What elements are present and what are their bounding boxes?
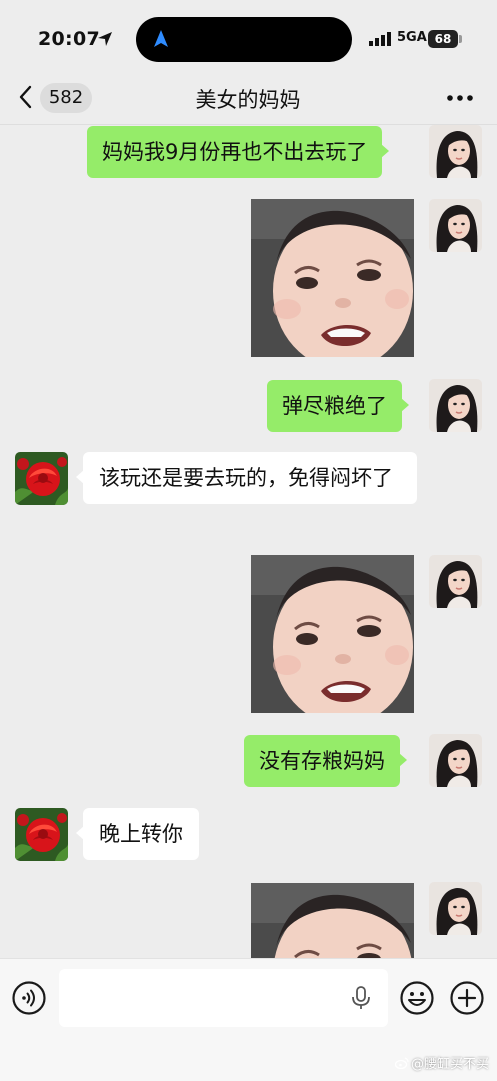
more-options-icon[interactable] bbox=[446, 94, 474, 102]
watermark: @腰缸买不买 bbox=[394, 1053, 489, 1072]
message-bubble-outgoing[interactable]: 妈妈我9月份再也不出去玩了 bbox=[87, 126, 390, 178]
status-bar: 20:07 5GA 68 bbox=[0, 0, 497, 72]
status-time: 20:07 bbox=[38, 28, 100, 50]
battery-icon: 68 bbox=[428, 30, 458, 48]
plus-icon[interactable] bbox=[450, 981, 484, 1015]
contact-avatar[interactable] bbox=[15, 808, 68, 861]
signal-icon bbox=[369, 32, 391, 46]
message-bubble-incoming[interactable]: 晚上转你 bbox=[76, 808, 199, 860]
crying-baby-sticker[interactable] bbox=[251, 883, 414, 958]
dynamic-island bbox=[136, 17, 352, 62]
navigation-icon bbox=[154, 30, 168, 47]
contact-avatar[interactable] bbox=[15, 452, 68, 505]
location-arrow-icon bbox=[98, 32, 112, 46]
my-avatar[interactable] bbox=[429, 882, 482, 935]
voice-mode-icon[interactable] bbox=[12, 981, 46, 1015]
battery-level: 68 bbox=[434, 32, 452, 46]
network-type: 5GA bbox=[397, 30, 427, 45]
crying-baby-sticker[interactable] bbox=[251, 199, 414, 357]
emoji-icon[interactable] bbox=[400, 981, 434, 1015]
message-bubble-incoming[interactable]: 该玩还是要去玩的，免得闷坏了 bbox=[76, 452, 417, 504]
chat-title: 美女的妈妈 bbox=[195, 88, 301, 112]
chat-header: 582 美女的妈妈 bbox=[0, 72, 497, 125]
back-chevron-icon[interactable] bbox=[16, 84, 36, 110]
my-avatar[interactable] bbox=[429, 199, 482, 252]
weibo-icon bbox=[394, 1057, 409, 1069]
message-bubble-outgoing[interactable]: 弹尽粮绝了 bbox=[267, 380, 409, 432]
my-avatar[interactable] bbox=[429, 555, 482, 608]
my-avatar[interactable] bbox=[429, 125, 482, 178]
battery-tip bbox=[459, 35, 462, 43]
message-input[interactable] bbox=[59, 969, 388, 1027]
crying-baby-sticker[interactable] bbox=[251, 555, 414, 713]
message-list[interactable]: 妈妈我9月份再也不出去玩了 弹尽粮绝了 该玩还是要去玩的，免得闷坏了 没有存粮妈… bbox=[0, 125, 497, 958]
input-bar: @腰缸买不买 bbox=[0, 958, 497, 1081]
message-bubble-outgoing[interactable]: 没有存粮妈妈 bbox=[244, 735, 407, 787]
my-avatar[interactable] bbox=[429, 734, 482, 787]
watermark-text: @腰缸买不买 bbox=[410, 1057, 489, 1072]
microphone-icon[interactable] bbox=[350, 985, 372, 1011]
unread-count-badge[interactable]: 582 bbox=[40, 83, 92, 113]
my-avatar[interactable] bbox=[429, 379, 482, 432]
